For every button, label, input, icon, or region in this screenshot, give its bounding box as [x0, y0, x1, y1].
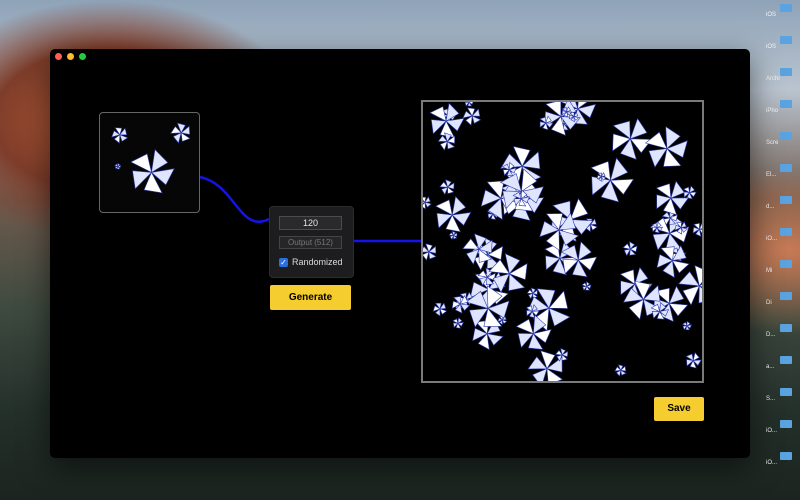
desktop-folder-icon[interactable]: iO...	[766, 228, 800, 242]
desktop-folder-icon[interactable]: S...	[766, 388, 800, 402]
desktop-folder-icon[interactable]: D...	[766, 324, 800, 338]
desktop-folder-icon[interactable]: Di	[766, 292, 800, 306]
folder-icon	[780, 196, 792, 204]
folder-icon	[780, 452, 792, 460]
desktop-folder-label: S...	[766, 396, 776, 402]
input-texture-node[interactable]	[99, 112, 200, 213]
folder-icon	[780, 292, 792, 300]
desktop-folder-label: iOS	[766, 12, 777, 18]
desktop-folder-label: D...	[766, 332, 776, 338]
desktop-folder-label: iPho	[766, 108, 779, 114]
folder-icon	[780, 68, 792, 76]
folder-icon	[780, 324, 792, 332]
close-window-button[interactable]	[55, 53, 62, 60]
generate-button[interactable]: Generate	[270, 285, 351, 310]
folder-icon	[780, 36, 792, 44]
generator-control-panel: ✓ Randomized	[269, 206, 354, 278]
title-bar[interactable]	[50, 49, 750, 65]
randomized-option[interactable]: ✓ Randomized	[279, 256, 343, 268]
randomized-label: Randomized	[292, 257, 343, 267]
desktop-folder-label: d...	[766, 204, 775, 210]
desktop-folder-label: a...	[766, 364, 775, 370]
folder-icon	[780, 260, 792, 268]
desktop-folder-icon[interactable]: iO...	[766, 420, 800, 434]
desktop-folder-icon[interactable]: iO...	[766, 452, 800, 466]
folder-icon	[780, 356, 792, 364]
folder-icon	[780, 164, 792, 172]
folder-icon	[780, 388, 792, 396]
desktop-folder-label: Archi	[766, 76, 780, 82]
output-texture-image	[423, 102, 702, 381]
desktop-folder-label: iO...	[766, 460, 778, 466]
desktop-folder-label: iO...	[766, 428, 778, 434]
save-button[interactable]: Save	[654, 397, 704, 421]
desktop-folder-label: iOS	[766, 44, 777, 50]
folder-icon	[780, 4, 792, 12]
folder-icon	[780, 228, 792, 236]
desktop-folder-label: Scre	[766, 140, 779, 146]
maximize-window-button[interactable]	[79, 53, 86, 60]
output-size-input[interactable]	[279, 236, 342, 249]
desktop-folder-label: Di	[766, 300, 772, 306]
desktop-folder-label: iO...	[766, 236, 778, 242]
connector-input-to-controls	[199, 175, 270, 223]
desktop-folder-icon[interactable]: iPho	[766, 100, 800, 114]
app-window: ✓ Randomized Generate Save	[50, 49, 750, 458]
seed-input[interactable]	[279, 216, 342, 230]
desktop-folder-icon[interactable]: a...	[766, 356, 800, 370]
desktop-folder-icon[interactable]: Scre	[766, 132, 800, 146]
folder-icon	[780, 420, 792, 428]
desktop-folder-icon[interactable]: d...	[766, 196, 800, 210]
desktop-icons: iOS iOS Archi iPho Scre El... d... iO... Mi Di D..…	[758, 0, 800, 500]
desktop-folder-icon[interactable]: iOS	[766, 36, 800, 50]
desktop-folder-label: El...	[766, 172, 777, 178]
input-texture-image	[111, 122, 191, 194]
randomized-checkbox[interactable]: ✓	[279, 257, 288, 267]
desktop-folder-label: Mi	[766, 268, 773, 274]
desktop-folder-icon[interactable]: iOS	[766, 4, 800, 18]
folder-icon	[780, 100, 792, 108]
folder-icon	[780, 132, 792, 140]
desktop-folder-icon[interactable]: El...	[766, 164, 800, 178]
output-texture-node[interactable]	[421, 100, 704, 383]
minimize-window-button[interactable]	[67, 53, 74, 60]
desktop-folder-icon[interactable]: Mi	[766, 260, 800, 274]
desktop-folder-icon[interactable]: Archi	[766, 68, 800, 82]
